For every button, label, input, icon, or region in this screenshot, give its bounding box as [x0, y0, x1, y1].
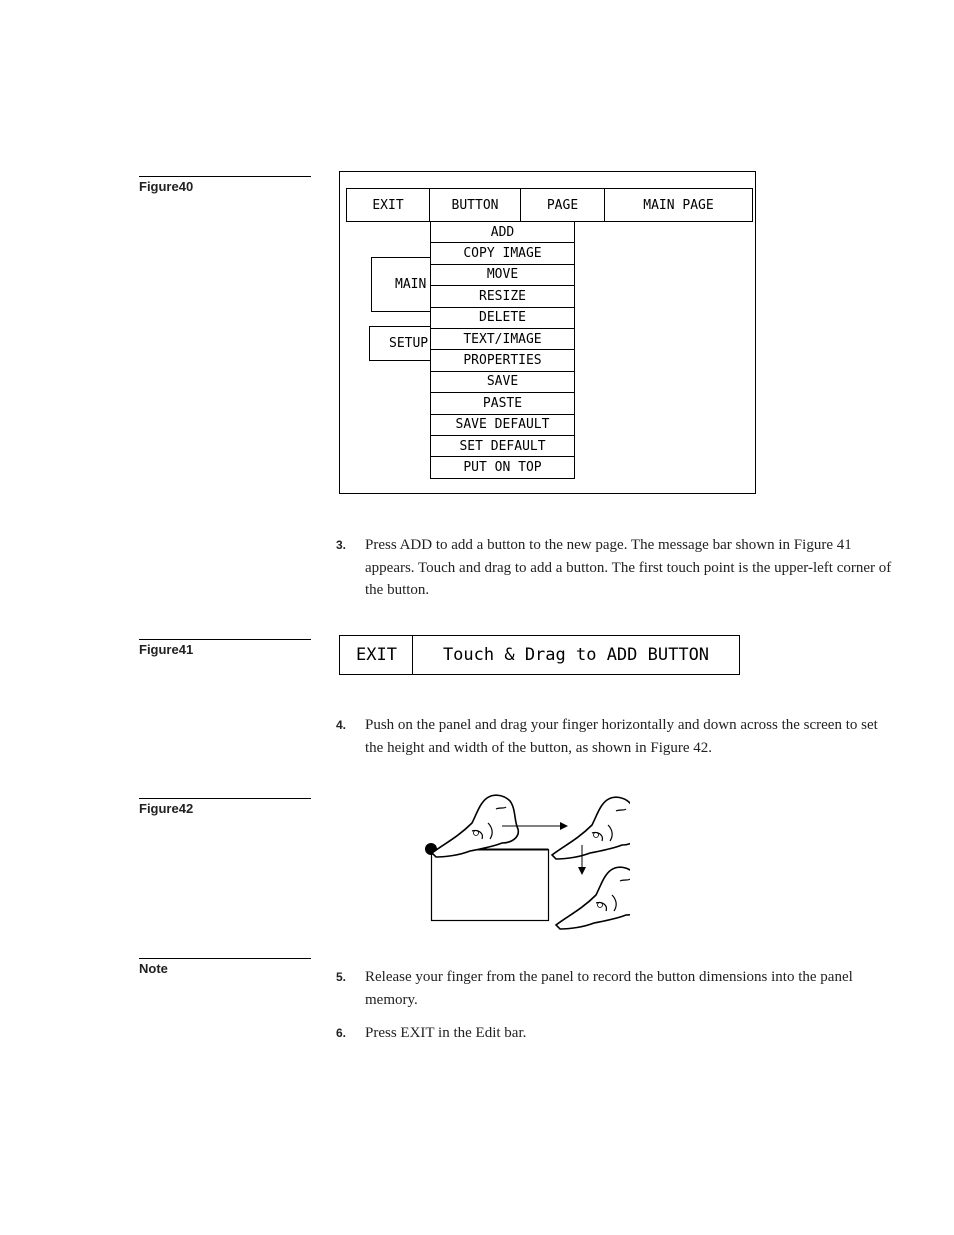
- figure42-label: Figure42: [139, 798, 311, 816]
- menu-item-resize[interactable]: RESIZE: [430, 286, 575, 308]
- note-label: Note: [139, 958, 311, 976]
- message-bar: EXIT Touch & Drag to ADD BUTTON: [339, 635, 740, 675]
- menu-item-copy-image[interactable]: COPY IMAGE: [430, 243, 575, 265]
- figure40-label: Figure40: [139, 176, 311, 194]
- menu-item-set-default[interactable]: SET DEFAULT: [430, 435, 575, 458]
- message-bar-text: Touch & Drag to ADD BUTTON: [412, 635, 740, 675]
- menu-item-move[interactable]: MOVE: [430, 264, 575, 287]
- step-3: 3. Press ADD to add a button to the new …: [336, 534, 898, 602]
- menu-item-put-on-top[interactable]: PUT ON TOP: [430, 457, 575, 479]
- message-bar-exit[interactable]: EXIT: [339, 635, 414, 675]
- pointing-hand-icon: [555, 866, 630, 930]
- step-6: 6. Press EXIT in the Edit bar.: [336, 1022, 898, 1045]
- menu-item-properties[interactable]: PROPERTIES: [430, 350, 575, 372]
- figure41-label: Figure41: [139, 639, 311, 657]
- step-text: Press ADD to add a button to the new pag…: [365, 537, 892, 598]
- step-number: 3.: [336, 538, 347, 552]
- step-text: Push on the panel and drag your finger h…: [365, 717, 878, 756]
- menu-item-text-image[interactable]: TEXT/IMAGE: [430, 328, 575, 351]
- figure40-screen: MAIN SETUP EXIT BUTTON PAGE MAIN PAGE AD…: [339, 171, 756, 494]
- drag-illustration: [425, 794, 630, 930]
- main-button-label: MAIN: [395, 277, 427, 292]
- step-number: 5.: [336, 970, 347, 984]
- step-4: 4. Push on the panel and drag your finge…: [336, 714, 898, 759]
- topbar-exit[interactable]: EXIT: [346, 188, 430, 222]
- step-text: Press EXIT in the Edit bar.: [365, 1025, 527, 1041]
- topbar-main-page[interactable]: MAIN PAGE: [604, 188, 753, 222]
- setup-button-label: SETUP: [389, 336, 429, 351]
- topbar-page[interactable]: PAGE: [520, 188, 605, 222]
- menu-item-save[interactable]: SAVE: [430, 371, 575, 394]
- step-number: 6.: [336, 1026, 347, 1040]
- button-menu: ADD COPY IMAGE MOVE RESIZE DELETE TEXT/I…: [430, 222, 575, 479]
- step-5: 5. Release your finger from the panel to…: [336, 966, 898, 1011]
- button-outline: [430, 848, 550, 922]
- menu-item-delete[interactable]: DELETE: [430, 307, 575, 329]
- step-number: 4.: [336, 718, 347, 732]
- topbar-button[interactable]: BUTTON: [429, 188, 521, 222]
- menu-item-add[interactable]: ADD: [430, 222, 575, 244]
- menu-item-paste[interactable]: PASTE: [430, 393, 575, 415]
- document-page: Figure40 MAIN SETUP EXIT BUTTON PAGE MAI…: [0, 0, 954, 1235]
- menu-item-save-default[interactable]: SAVE DEFAULT: [430, 414, 575, 436]
- step-text: Release your finger from the panel to re…: [365, 969, 853, 1008]
